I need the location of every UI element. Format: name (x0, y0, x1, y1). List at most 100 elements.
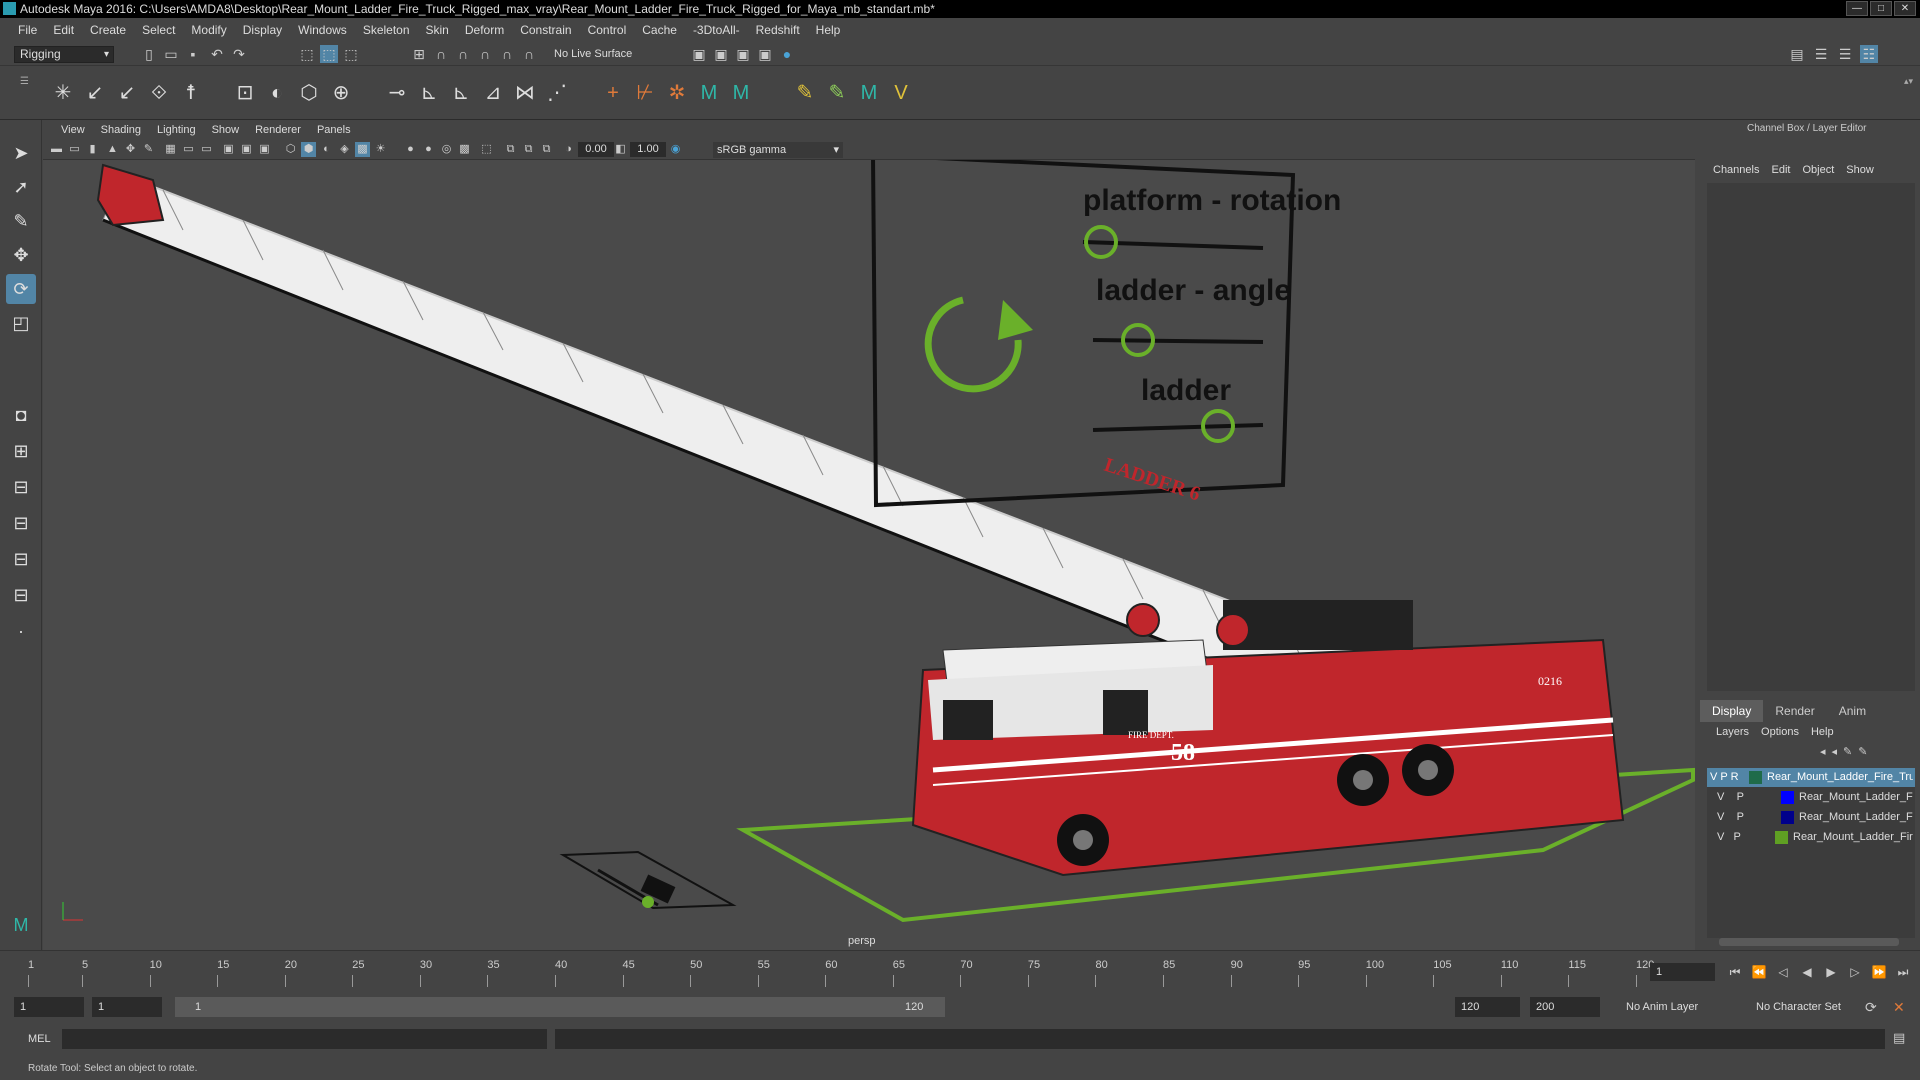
play-forward-icon[interactable]: ▶ (1821, 963, 1841, 981)
xray-icon[interactable]: ⧉ (503, 142, 518, 157)
custom-layout-icon[interactable]: · (6, 616, 36, 646)
image-plane-icon[interactable]: ▲ (105, 142, 120, 157)
play-backward-icon[interactable]: ◀ (1797, 963, 1817, 981)
grease-pencil-icon[interactable]: ✎ (141, 142, 156, 157)
menu-cache[interactable]: Cache (634, 18, 685, 42)
textured-icon[interactable]: ▩ (355, 142, 370, 157)
cb-menu-show[interactable]: Show (1840, 160, 1880, 180)
menu-windows[interactable]: Windows (290, 18, 355, 42)
layer-color-swatch[interactable] (1749, 771, 1762, 784)
le-menu-options[interactable]: Options (1755, 722, 1805, 742)
go-to-start-icon[interactable]: ⏮ (1725, 963, 1745, 981)
menu-skeleton[interactable]: Skeleton (355, 18, 418, 42)
lasso-tool-icon[interactable]: ➚ (6, 172, 36, 202)
snap-magnet-icon[interactable]: ∩ (520, 45, 538, 63)
anti-aliasing-icon[interactable]: ▩ (457, 142, 472, 157)
shadows-icon[interactable]: ● (403, 142, 418, 157)
channel-box-icon[interactable]: ☷ (1860, 45, 1878, 63)
single-view-icon[interactable]: ◘ (6, 400, 36, 430)
create-joint-icon[interactable]: ✳ (50, 80, 76, 106)
layer-row[interactable]: V P Rear_Mount_Ladder_F (1707, 808, 1915, 827)
motion-blur-icon[interactable]: ◎ (439, 142, 454, 157)
cluster-icon[interactable]: ⊡ (232, 80, 258, 106)
step-back-key-icon[interactable]: ⏪ (1749, 963, 1769, 981)
exposure-icon[interactable]: ◑ (561, 142, 576, 157)
select-component-icon[interactable]: ⬚ (342, 45, 360, 63)
mel-input[interactable] (62, 1029, 547, 1049)
panel-menu-view[interactable]: View (53, 120, 93, 140)
channel-box-body[interactable] (1707, 183, 1915, 691)
ik-handle-icon[interactable]: ↙ (82, 80, 108, 106)
panel-menu-shading[interactable]: Shading (93, 120, 149, 140)
field-chart-icon[interactable]: ▣ (239, 142, 254, 157)
layer-row[interactable]: V P Rear_Mount_Ladder_F (1707, 788, 1915, 807)
layer-visible-toggle[interactable]: V (1710, 771, 1717, 783)
snap-grid-icon[interactable]: ⊞ (410, 45, 428, 63)
humanik-icon[interactable]: ☨ (178, 80, 204, 106)
go-to-end-icon[interactable]: ⏭ (1893, 963, 1913, 981)
render-frame-icon[interactable]: ▣ (712, 45, 730, 63)
color-management-icon[interactable]: ◉ (668, 142, 683, 157)
layer-visible-toggle[interactable]: V (1717, 831, 1724, 843)
menu-display[interactable]: Display (235, 18, 290, 42)
xray-components-icon[interactable]: ⧉ (539, 142, 554, 157)
point-constraint-icon[interactable]: ⊸ (384, 80, 410, 106)
menu-file[interactable]: File (10, 18, 45, 42)
minimize-button[interactable]: — (1846, 1, 1868, 16)
select-object-icon[interactable]: ⬚ (320, 45, 338, 63)
panel-menu-lighting[interactable]: Lighting (149, 120, 204, 140)
film-gate-icon[interactable]: ▭ (181, 142, 196, 157)
menu-select[interactable]: Select (134, 18, 183, 42)
time-slider[interactable]: 1 5 10 15 20 25 30 35 40 45 50 55 60 65 70 75 80 85 90 95 10… (0, 950, 1920, 990)
mel-label[interactable]: MEL (10, 1026, 55, 1052)
paint-tool-icon[interactable]: ✎ (824, 80, 850, 106)
close-button[interactable]: ✕ (1894, 1, 1916, 16)
gate-mask-icon[interactable]: ▣ (221, 142, 236, 157)
camera-attributes-icon[interactable]: ▭ (67, 142, 82, 157)
pole-vector-icon[interactable]: ⋰ (544, 80, 570, 106)
maya-logo-tool3-icon[interactable]: M (856, 80, 882, 106)
layer-row[interactable]: V P Rear_Mount_Ladder_Fir (1707, 828, 1915, 847)
paint-select-tool-icon[interactable]: ✎ (6, 206, 36, 236)
move-tool-icon[interactable]: ✥ (6, 240, 36, 270)
animation-prefs-icon[interactable]: ✕ (1893, 999, 1905, 1016)
attribute-editor-icon[interactable]: ☰ (1812, 45, 1830, 63)
vertex-tool-icon[interactable]: V (888, 80, 914, 106)
menu-3dtoall[interactable]: -3DtoAll- (685, 18, 748, 42)
tab-render[interactable]: Render (1763, 700, 1826, 722)
layer-color-swatch[interactable] (1781, 791, 1794, 804)
panel-menu-panels[interactable]: Panels (309, 120, 359, 140)
step-forward-frame-icon[interactable]: ▷ (1845, 963, 1865, 981)
scene-start-field[interactable]: 1 (14, 997, 84, 1017)
joint-label-icon[interactable]: ⊬ (632, 80, 658, 106)
hypershade-icon[interactable]: ● (778, 45, 796, 63)
step-forward-key-icon[interactable]: ⏩ (1869, 963, 1889, 981)
menu-help[interactable]: Help (808, 18, 849, 42)
ik-spline-icon[interactable]: ↙ (114, 80, 140, 106)
wrap-icon[interactable]: ⊕ (328, 80, 354, 106)
le-menu-help[interactable]: Help (1805, 722, 1840, 742)
aim-constraint-icon[interactable]: ⊾ (416, 80, 442, 106)
side-by-side-icon[interactable]: ⊟ (6, 472, 36, 502)
tab-display[interactable]: Display (1700, 700, 1764, 722)
orient-constraint-icon[interactable]: ⊾ (448, 80, 474, 106)
playback-start-field[interactable]: 1 (92, 997, 162, 1017)
save-scene-icon[interactable]: ▪ (184, 45, 202, 63)
hik-skeleton-icon[interactable]: ✲ (664, 80, 690, 106)
layer-visible-toggle[interactable]: V (1717, 791, 1724, 803)
range-slider[interactable]: 1 120 (175, 997, 945, 1017)
menu-create[interactable]: Create (82, 18, 134, 42)
panel-menu-show[interactable]: Show (204, 120, 248, 140)
2d-pan-zoom-icon[interactable]: ✥ (123, 142, 138, 157)
layer-color-swatch[interactable] (1775, 831, 1788, 844)
maximize-button[interactable]: □ (1870, 1, 1892, 16)
render-view-icon[interactable]: ▣ (690, 45, 708, 63)
menu-control[interactable]: Control (580, 18, 635, 42)
playback-end-field[interactable]: 120 (1455, 997, 1520, 1017)
isolate-select-icon[interactable]: ⬚ (479, 142, 494, 157)
lattice-icon[interactable]: ⬡ (296, 80, 322, 106)
parent-constraint-icon[interactable]: ⋈ (512, 80, 538, 106)
tab-anim[interactable]: Anim (1827, 700, 1878, 722)
cb-menu-edit[interactable]: Edit (1765, 160, 1796, 180)
step-back-frame-icon[interactable]: ◁ (1773, 963, 1793, 981)
